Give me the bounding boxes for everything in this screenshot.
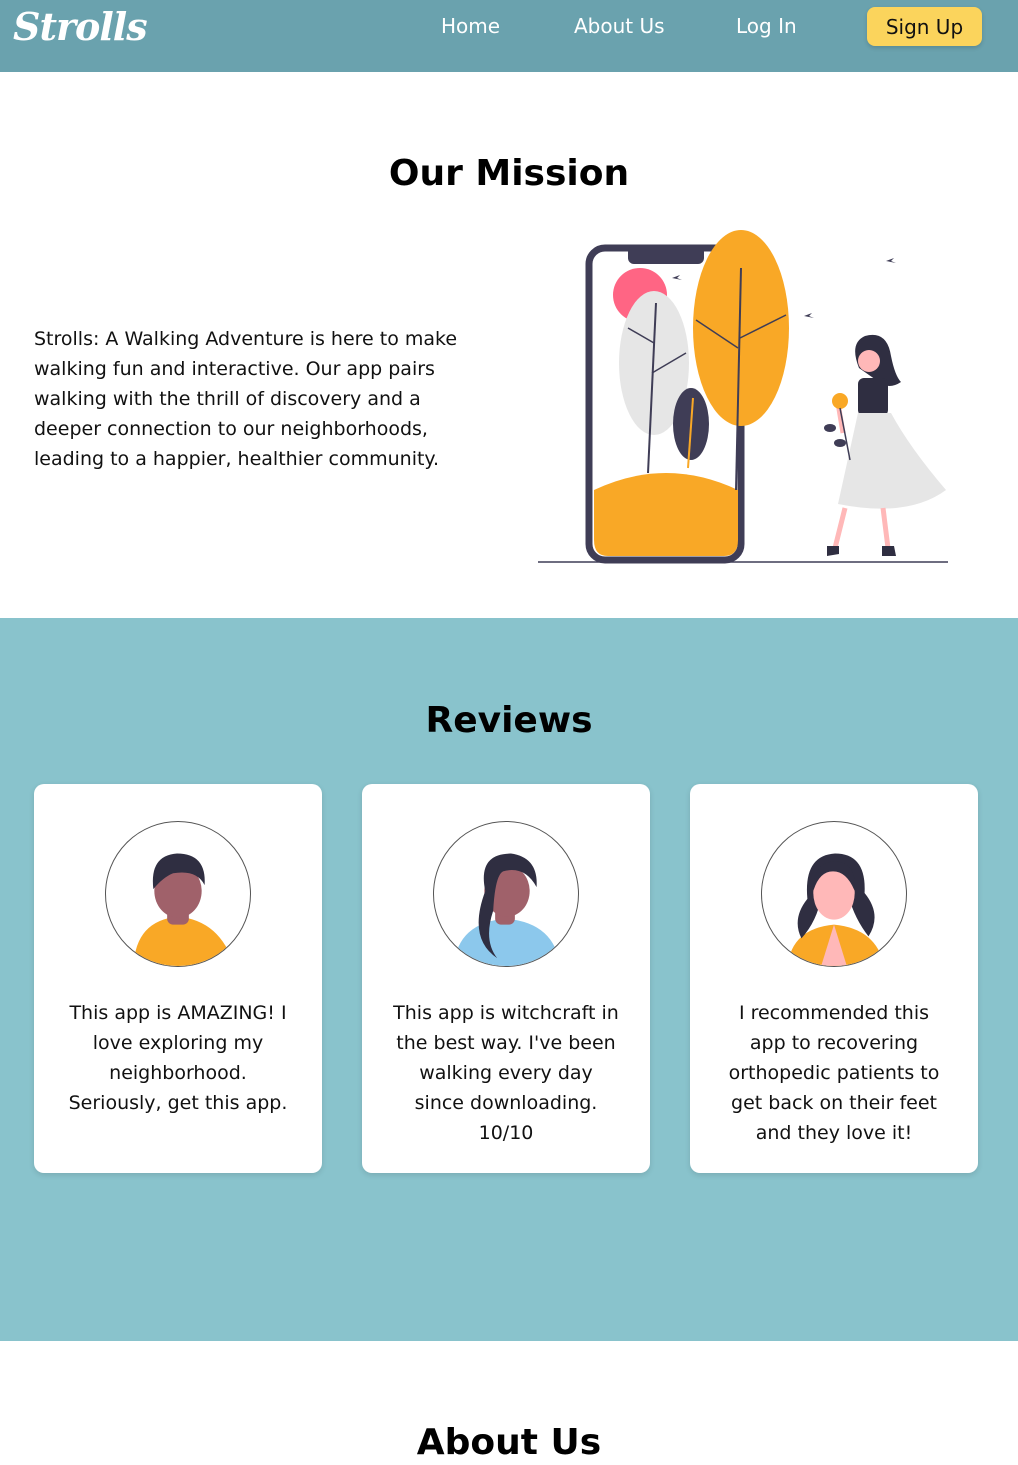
mission-title: Our Mission [388, 153, 630, 194]
review-text: This app is witchcraft in the best way. … [393, 1002, 619, 1144]
review-card: I recommended this app to recovering ort… [690, 784, 978, 1173]
nav-link-log-in[interactable]: Log In [736, 14, 797, 38]
mission-text: Strolls: A Walking Adventure is here to … [34, 328, 458, 470]
review-card: This app is AMAZING! I love exploring my… [34, 784, 322, 1173]
nav-link-about-us[interactable]: About Us [574, 14, 665, 38]
review-text: This app is AMAZING! I love exploring my… [68, 1002, 288, 1114]
nav-link-home[interactable]: Home [441, 14, 500, 38]
avatar [433, 821, 579, 967]
review-card: This app is witchcraft in the best way. … [362, 784, 650, 1173]
walking-illustration [538, 230, 948, 564]
reviews-title: Reviews [425, 700, 593, 741]
about-title: About Us [416, 1422, 602, 1463]
sign-up-button[interactable]: Sign Up [867, 7, 982, 46]
avatar [761, 821, 907, 967]
review-text: I recommended this app to recovering ort… [728, 1002, 940, 1144]
avatar [105, 821, 251, 967]
top-navbar: Strolls Home About Us Log In Sign Up [0, 0, 1018, 72]
logo[interactable]: Strolls [13, 4, 148, 49]
